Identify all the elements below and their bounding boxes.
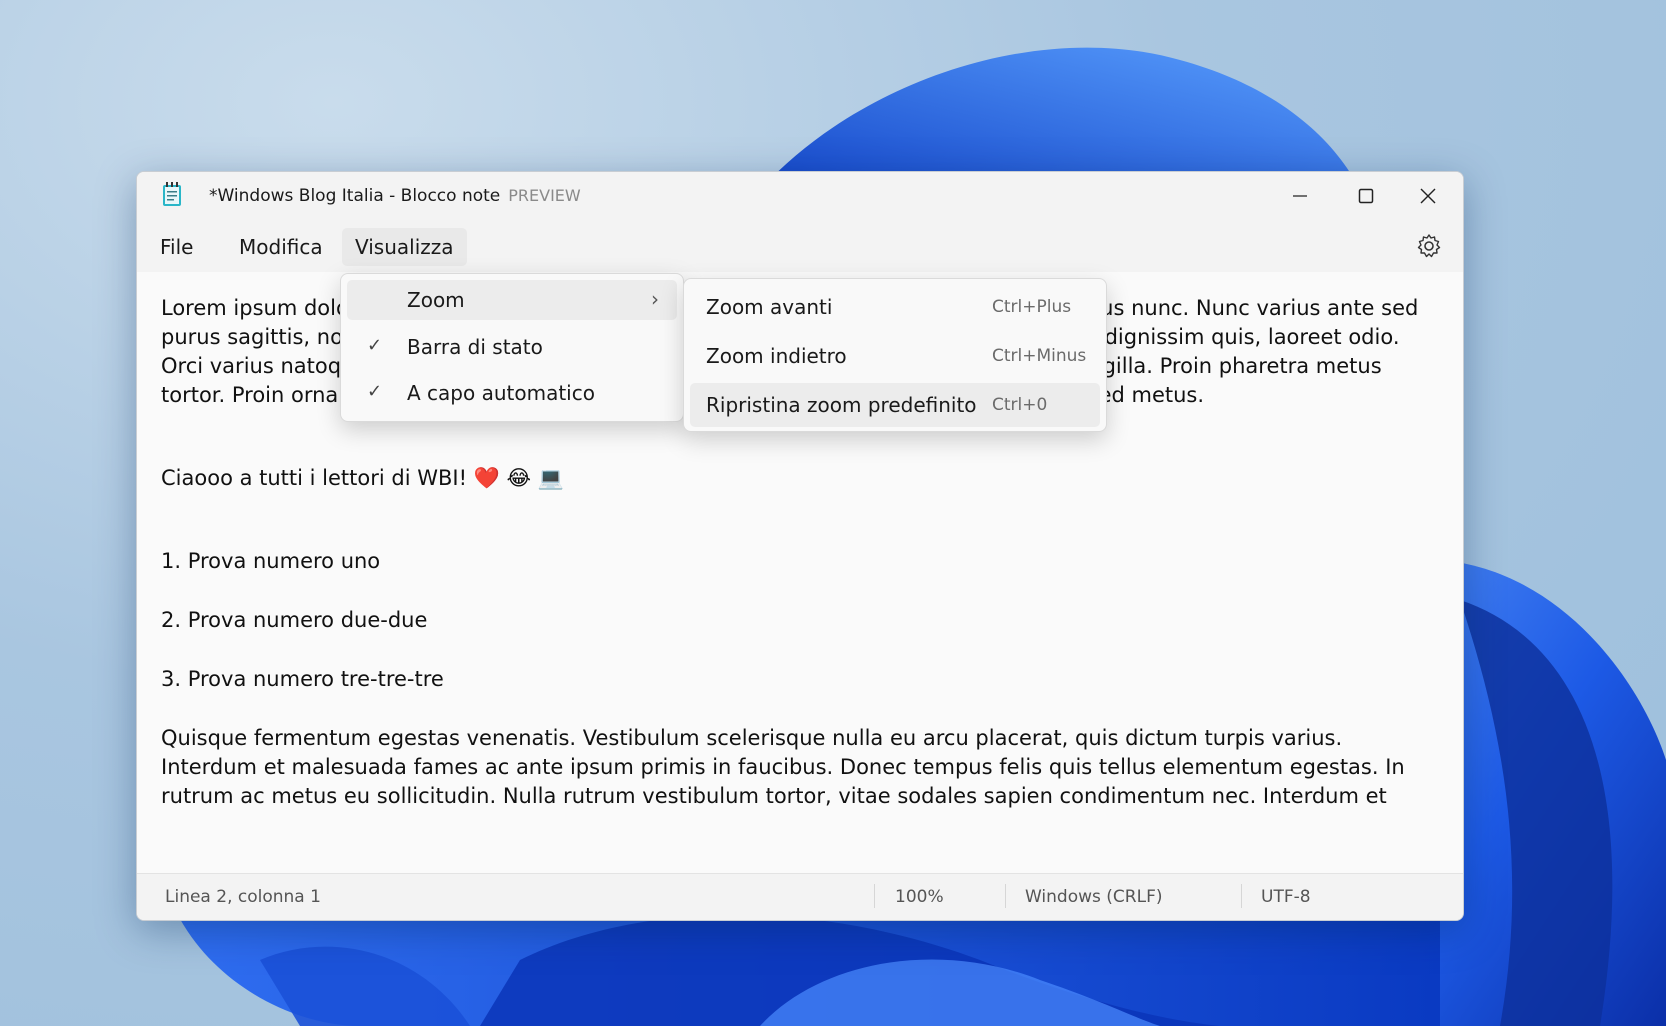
zoom-out-label: Zoom indietro (706, 344, 847, 368)
menu-modifica[interactable]: Modifica (226, 228, 336, 266)
title-bar[interactable]: *Windows Blog Italia - Blocco note PREVIE… (137, 172, 1463, 220)
menu-item-word-wrap[interactable]: ✓ A capo automatico (347, 373, 677, 413)
menu-item-zoom-in[interactable]: Zoom avanti Ctrl+Plus (690, 285, 1100, 329)
status-zoom-level: 100% (895, 887, 944, 907)
zoom-in-label: Zoom avanti (706, 295, 833, 319)
minimize-icon (1293, 195, 1307, 197)
checkmark-icon: ✓ (367, 335, 383, 356)
status-divider (874, 884, 875, 908)
maximize-button[interactable] (1331, 172, 1401, 220)
menu-item-status-bar[interactable]: ✓ Barra di stato (347, 327, 677, 367)
preview-badge: PREVIEW (508, 186, 581, 205)
status-line-ending: Windows (CRLF) (1025, 887, 1163, 907)
status-encoding: UTF-8 (1261, 887, 1311, 907)
reset-zoom-label: Ripristina zoom predefinito (706, 393, 977, 417)
window-title-text: *Windows Blog Italia - Blocco note (209, 186, 501, 206)
editor-list-item-1: 1. Prova numero uno (161, 549, 381, 573)
menu-item-word-wrap-label: A capo automatico (407, 381, 595, 405)
zoom-submenu: Zoom avanti Ctrl+Plus Zoom indietro Ctrl… (683, 278, 1107, 432)
settings-gear-icon[interactable] (1415, 232, 1443, 260)
menu-file[interactable]: File (147, 228, 206, 266)
menu-item-status-bar-label: Barra di stato (407, 335, 543, 359)
status-cursor-position: Linea 2, colonna 1 (165, 887, 321, 907)
view-dropdown-menu: Zoom › ✓ Barra di stato ✓ A capo automat… (340, 273, 684, 422)
zoom-out-shortcut: Ctrl+Minus (992, 346, 1087, 366)
window-title: *Windows Blog Italia - Blocco note PREVIE… (209, 186, 581, 206)
chevron-right-icon: › (651, 287, 659, 311)
status-bar: Linea 2, colonna 1 100% Windows (CRLF) U… (137, 873, 1463, 920)
close-icon (1420, 188, 1436, 204)
checkmark-icon: ✓ (367, 381, 383, 402)
maximize-icon (1358, 188, 1374, 204)
close-button[interactable] (1393, 172, 1463, 220)
menu-item-zoom-label: Zoom (407, 288, 465, 312)
notepad-app-icon (163, 182, 181, 206)
status-divider (1005, 884, 1006, 908)
menu-bar: File Modifica Visualizza (137, 220, 1463, 273)
editor-paragraph-2: Quisque fermentum egestas venenatis. Ves… (161, 726, 1412, 808)
menu-item-reset-zoom[interactable]: Ripristina zoom predefinito Ctrl+0 (690, 383, 1100, 427)
zoom-in-shortcut: Ctrl+Plus (992, 297, 1072, 317)
menu-visualizza[interactable]: Visualizza (342, 228, 467, 266)
editor-list-item-3: 3. Prova numero tre-tre-tre (161, 667, 444, 691)
menu-item-zoom[interactable]: Zoom › (347, 280, 677, 320)
editor-greeting-line: Ciaooo a tutti i lettori di WBI! ❤️ 😂 💻 (161, 466, 564, 490)
reset-zoom-shortcut: Ctrl+0 (992, 395, 1048, 415)
minimize-button[interactable] (1265, 172, 1335, 220)
menu-item-zoom-out[interactable]: Zoom indietro Ctrl+Minus (690, 334, 1100, 378)
status-divider (1241, 884, 1242, 908)
editor-list-item-2: 2. Prova numero due-due (161, 608, 428, 632)
